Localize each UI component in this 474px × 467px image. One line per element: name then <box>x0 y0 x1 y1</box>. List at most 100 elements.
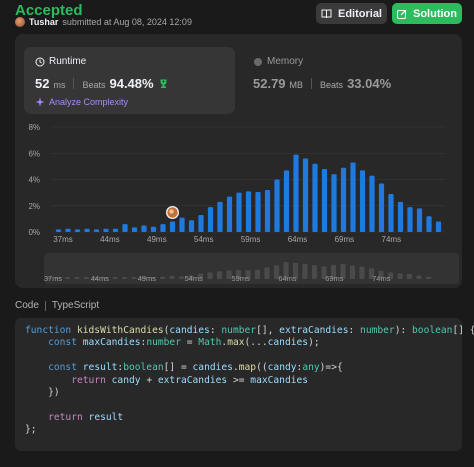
chart-bar[interactable] <box>236 192 242 232</box>
mini-tick-label: 54ms <box>185 274 204 283</box>
runtime-title: Runtime <box>49 56 87 67</box>
chart-bar[interactable] <box>264 190 271 232</box>
x-tick-label: 44ms <box>100 235 120 244</box>
code-line: return result <box>25 412 452 424</box>
y-tick-label: 8% <box>28 123 40 132</box>
chart-bar[interactable] <box>160 224 166 232</box>
chart-bar[interactable] <box>103 228 109 232</box>
code-line: return candy + extraCandies >= maxCandie… <box>25 375 452 387</box>
mini-bar <box>121 277 128 279</box>
mini-tick-label: 37ms <box>44 274 62 283</box>
chart-bar[interactable] <box>141 225 147 232</box>
mini-bar <box>254 269 261 279</box>
chart-bar[interactable] <box>150 226 157 232</box>
chart-bar[interactable] <box>207 207 214 232</box>
code-token: number <box>221 325 257 336</box>
solution-button[interactable]: Solution <box>392 3 462 24</box>
runtime-metric: 52 ms Beats 94.48% <box>35 76 169 91</box>
tab-code[interactable]: Code <box>15 300 39 311</box>
chart-bar[interactable] <box>74 229 81 232</box>
runtime-distribution-chart[interactable]: 0% 2% 4% 6% 8% 37ms 44ms 49ms 54ms 59ms 64ms 69ms 74… <box>15 118 462 248</box>
chart-bar[interactable] <box>378 183 385 232</box>
chart-bar[interactable] <box>312 163 318 232</box>
chart-bar[interactable] <box>169 221 176 233</box>
chart-bar[interactable] <box>350 162 356 232</box>
chart-bar[interactable] <box>388 193 394 232</box>
chart-bar[interactable] <box>293 154 299 232</box>
runtime-beats-pct: 94.48% <box>109 76 154 91</box>
chart-bar[interactable] <box>122 224 128 232</box>
chart-bar[interactable] <box>226 196 233 232</box>
chart-bar[interactable] <box>359 170 366 232</box>
chart-bar[interactable] <box>245 191 252 232</box>
code-token: [], <box>256 325 280 336</box>
y-tick-label: 2% <box>28 202 40 211</box>
x-tick-label: 54ms <box>194 235 214 244</box>
divider <box>44 300 46 311</box>
mini-bar <box>64 277 71 279</box>
code-token: function <box>25 325 77 336</box>
chart-bar[interactable] <box>369 175 375 232</box>
chart-bar[interactable] <box>416 208 423 232</box>
runtime-range-slider[interactable]: 37ms 44ms 49ms 54ms 59ms 64ms 69ms 74ms <box>44 253 459 284</box>
runtime-value: 52 <box>35 76 50 91</box>
chart-bar[interactable] <box>435 221 442 233</box>
chart-bar[interactable] <box>283 170 290 232</box>
chart-bar[interactable] <box>93 229 100 232</box>
code-token: (( <box>256 362 268 374</box>
code-token: )=>{ <box>319 362 343 374</box>
mini-bar <box>264 267 270 279</box>
code-token: candy <box>267 362 297 374</box>
mini-bar <box>207 272 213 279</box>
chart-bar[interactable] <box>255 191 261 232</box>
chart-bar[interactable] <box>274 179 280 233</box>
chart-bar[interactable] <box>302 158 309 233</box>
code-token: [] { <box>452 325 474 336</box>
y-tick-label: 6% <box>28 149 40 158</box>
memory-beats-label: Beats <box>320 80 344 90</box>
chart-bar[interactable] <box>331 174 337 232</box>
code-token: result <box>82 362 118 374</box>
chart-bar[interactable] <box>340 167 347 232</box>
chart-bar[interactable] <box>188 220 195 232</box>
runtime-unit: ms <box>53 80 66 90</box>
x-tick-label: 59ms <box>241 235 261 244</box>
chart-bar[interactable] <box>131 227 138 232</box>
x-tick-label: 49ms <box>147 235 167 244</box>
mini-bar <box>83 277 90 279</box>
mini-bar <box>416 275 422 279</box>
code-token: candies <box>267 337 309 349</box>
code-editor[interactable]: function kidsWithCandies(candies: number… <box>15 318 474 451</box>
divider <box>73 78 75 89</box>
chart-bar[interactable] <box>321 169 328 232</box>
chart-bar[interactable] <box>198 214 204 232</box>
code-token: + <box>140 374 158 386</box>
chart-bar[interactable] <box>179 217 185 232</box>
chart-bar[interactable] <box>84 228 90 232</box>
avatar[interactable] <box>15 17 25 27</box>
memory-chip-icon <box>254 57 262 66</box>
code-token: boolean <box>123 362 164 374</box>
chart-bar[interactable] <box>407 207 413 232</box>
chart-bar[interactable] <box>397 201 404 232</box>
chart-bar[interactable] <box>217 201 223 232</box>
code-token: >= <box>227 374 251 386</box>
analyze-complexity-link[interactable]: Analyze Complexity <box>35 97 128 107</box>
code-token: map <box>238 362 257 374</box>
clock-icon <box>35 57 45 66</box>
submitted-time: submitted at Aug 08, 2024 12:09 <box>62 17 192 27</box>
memory-header[interactable]: Memory <box>253 56 303 67</box>
chart-bar[interactable] <box>55 229 62 232</box>
chart-bar[interactable] <box>65 228 71 232</box>
chart-bar[interactable] <box>112 228 119 232</box>
username[interactable]: Tushar <box>29 17 58 27</box>
tab-language[interactable]: TypeScript <box>52 300 99 311</box>
code-line: const result:boolean[] = candies.map((ca… <box>25 362 452 374</box>
memory-metric: 52.79 MB Beats 33.04% <box>253 76 391 91</box>
code-token: ); <box>308 337 320 349</box>
chart-bar[interactable] <box>426 216 432 232</box>
mini-bar <box>359 266 365 279</box>
editorial-button[interactable]: Editorial <box>316 3 387 24</box>
